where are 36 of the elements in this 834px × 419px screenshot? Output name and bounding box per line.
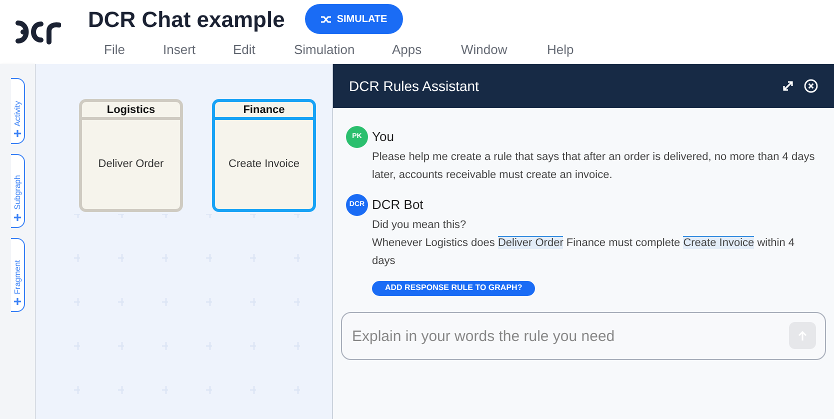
- menu-item[interactable]: Edit: [233, 40, 294, 60]
- app-title: DCR Chat example: [88, 6, 285, 34]
- message-author: DCR Bot: [372, 196, 424, 214]
- shuffle-icon: [320, 14, 331, 24]
- node-label: Deliver Order: [98, 157, 164, 172]
- menu-item[interactable]: Help: [547, 40, 607, 60]
- logo-icon: [15, 19, 61, 45]
- sidebar-tab[interactable]: Subgraph: [11, 154, 25, 228]
- message-author: You: [372, 128, 394, 146]
- simulate-button[interactable]: SIMULATE: [304, 4, 404, 34]
- activity-link[interactable]: Create Invoice: [683, 236, 754, 249]
- plus-icon: [14, 130, 21, 137]
- menu-item[interactable]: Simulation: [294, 40, 392, 60]
- activity-node[interactable]: Logistics Deliver Order: [79, 99, 183, 212]
- activity-link[interactable]: Deliver Order: [498, 236, 564, 249]
- plus-icon: [14, 298, 21, 305]
- activity-node[interactable]: Finance Create Invoice: [212, 99, 316, 212]
- message-text: Did you mean this?: [371, 218, 468, 233]
- node-role: Finance: [215, 102, 313, 120]
- add-rule-button[interactable]: ADD RESPONSE RULE TO GRAPH?: [372, 280, 536, 296]
- message-text: Please help me create a rule that says that after an order is delivered, no more than 4 days later, accounts receivable must create an invoice.: [371, 150, 816, 183]
- expand-icon[interactable]: [782, 80, 794, 92]
- sidebar-tab[interactable]: Activity: [11, 78, 25, 144]
- close-icon[interactable]: [804, 79, 818, 93]
- menu-item[interactable]: Apps: [392, 40, 461, 60]
- arrow-up-icon: [798, 330, 807, 340]
- message-input[interactable]: Explain in your words the rule you need: [341, 312, 826, 360]
- panel-title: DCR Rules Assistant: [349, 76, 479, 96]
- menu-item[interactable]: File: [104, 40, 163, 60]
- plus-icon: [14, 214, 21, 221]
- sidebar-tab[interactable]: Fragment: [11, 238, 25, 312]
- message-text: Whenever Logistics does Deliver Order Finance must complete Create Invoice within 4 days: [371, 235, 796, 269]
- node-role: Logistics: [82, 102, 180, 120]
- menu-item[interactable]: Insert: [163, 40, 233, 60]
- node-label: Create Invoice: [228, 157, 300, 172]
- menu-item[interactable]: Window: [461, 40, 547, 60]
